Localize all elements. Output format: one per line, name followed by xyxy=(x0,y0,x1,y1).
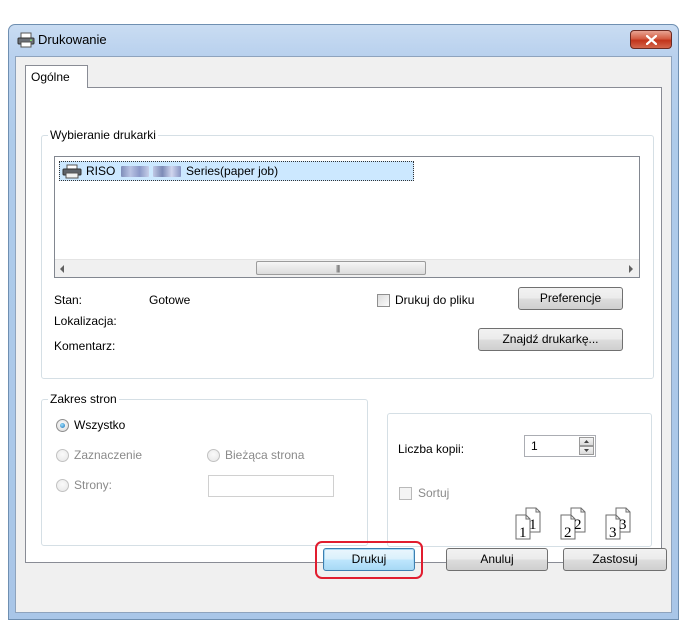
collate-page-label: 2 xyxy=(574,517,582,533)
printer-name-prefix: RISO xyxy=(86,164,116,178)
radio-selected-dot xyxy=(60,423,65,428)
printer-name: RISO Series(paper job) xyxy=(86,164,278,178)
printer-list[interactable]: RISO Series(paper job) ||| xyxy=(54,156,640,278)
apply-button[interactable]: Zastosuj xyxy=(563,548,667,571)
printer-list-item[interactable]: RISO Series(paper job) xyxy=(59,161,414,181)
cancel-button[interactable]: Anuluj xyxy=(446,548,548,571)
page-range-group: Zakres stron Wszystko Zaznaczenie Bieżąc… xyxy=(41,392,368,546)
status-label: Stan: xyxy=(54,293,83,307)
collate-page-label: 1 xyxy=(519,525,527,541)
range-pages-radio xyxy=(56,479,69,492)
print-button-highlight xyxy=(315,541,423,579)
location-label: Lokalizacja: xyxy=(54,314,117,328)
copies-spinbox[interactable]: 1 xyxy=(524,435,596,457)
printer-selection-group: Wybieranie drukarki RISO Series(paper jo… xyxy=(41,128,654,379)
close-icon xyxy=(646,35,657,45)
horizontal-scrollbar[interactable]: ||| xyxy=(55,259,639,277)
comment-label: Komentarz: xyxy=(54,339,116,353)
pages-input xyxy=(208,475,334,497)
print-dialog: Drukowanie Ogólne Wybieranie drukarki RI… xyxy=(8,24,679,620)
title-bar: Drukowanie xyxy=(9,25,678,55)
status-value: Gotowe xyxy=(149,293,191,307)
collate-icon: 1 1 2 2 3 3 xyxy=(515,507,631,541)
print-to-file-checkbox[interactable] xyxy=(377,294,390,307)
scroll-right-icon[interactable] xyxy=(629,265,633,273)
collate-page-label: 3 xyxy=(609,525,617,541)
tab-general[interactable]: Ogólne xyxy=(25,65,88,88)
collate-checkbox xyxy=(399,487,412,500)
range-current-page-label: Bieżąca strona xyxy=(225,448,305,462)
spin-up-icon[interactable] xyxy=(579,437,594,446)
tab-page-general: Wybieranie drukarki RISO Series(paper jo… xyxy=(25,87,662,563)
group-label: Wybieranie drukarki xyxy=(48,128,158,142)
range-selection-radio xyxy=(56,449,69,462)
close-button[interactable] xyxy=(630,30,672,49)
dialog-body: Ogólne Wybieranie drukarki RISO Series(p… xyxy=(15,56,672,613)
group-label: Zakres stron xyxy=(48,392,119,406)
preferences-button[interactable]: Preferencje xyxy=(518,287,623,310)
collate-page-label: 2 xyxy=(564,525,572,541)
range-all-radio[interactable] xyxy=(56,419,69,432)
redacted-model xyxy=(152,166,181,178)
printer-icon xyxy=(17,32,35,48)
find-printer-button[interactable]: Znajdź drukarkę... xyxy=(478,328,623,351)
collate-page-label: 3 xyxy=(619,517,627,533)
range-pages-label: Strony: xyxy=(74,478,113,492)
redacted-model xyxy=(120,166,149,178)
print-to-file-label[interactable]: Drukuj do pliku xyxy=(395,293,474,307)
copies-label: Liczba kopii: xyxy=(398,442,465,456)
scroll-thumb[interactable]: ||| xyxy=(256,261,426,275)
printer-icon xyxy=(62,164,82,179)
spin-buttons xyxy=(579,437,594,455)
printer-name-suffix: Series(paper job) xyxy=(186,164,279,178)
collate-page-label: 1 xyxy=(529,517,537,533)
tab-label: Ogólne xyxy=(31,70,70,84)
scroll-left-icon[interactable] xyxy=(60,265,64,273)
spin-down-icon[interactable] xyxy=(579,446,594,455)
collate-label: Sortuj xyxy=(418,486,450,500)
copies-value[interactable]: 1 xyxy=(531,439,538,453)
range-selection-label: Zaznaczenie xyxy=(74,448,143,462)
range-all-label[interactable]: Wszystko xyxy=(74,418,125,432)
range-current-page-radio xyxy=(207,449,220,462)
grip-icon: ||| xyxy=(336,264,340,273)
window-title: Drukowanie xyxy=(38,32,107,47)
